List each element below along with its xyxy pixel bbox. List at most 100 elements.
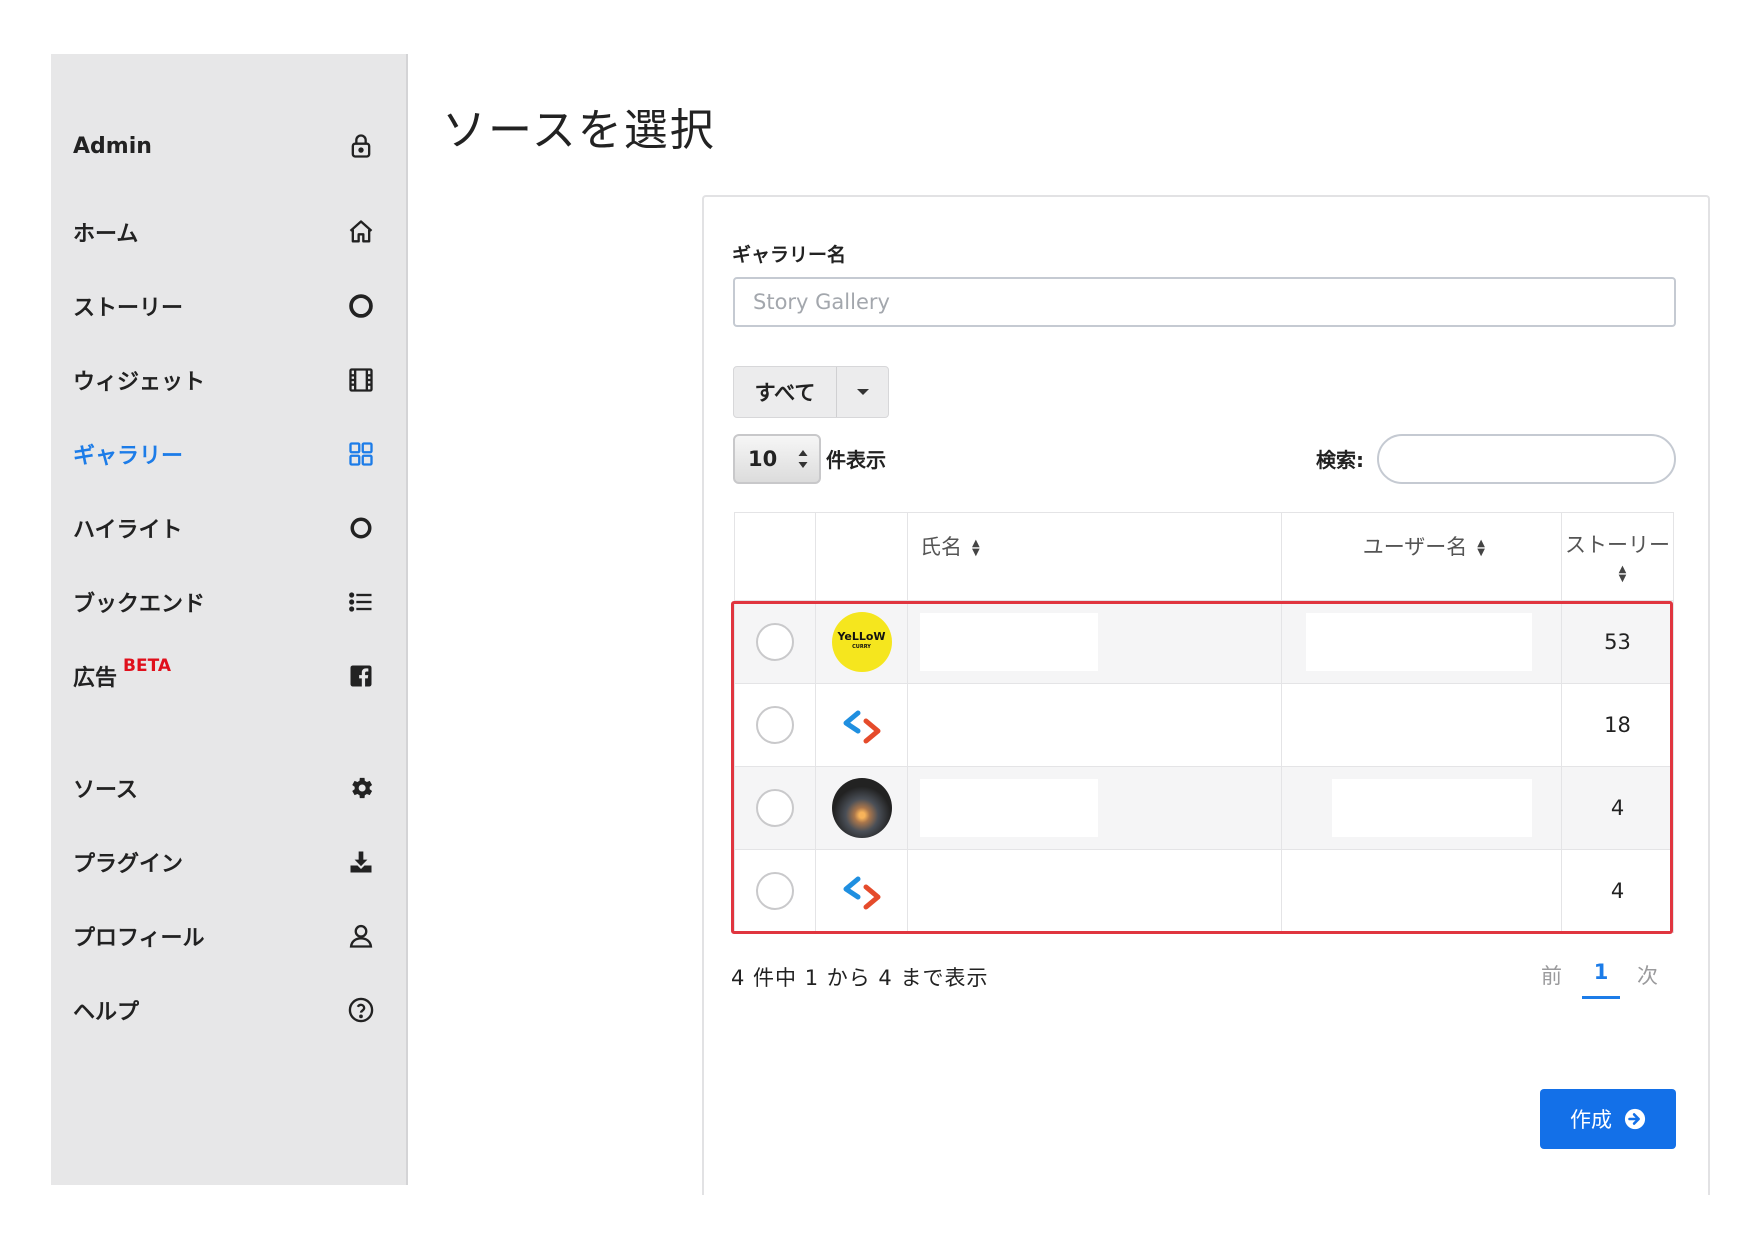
sidebar-item-label: ウィジェット xyxy=(73,370,206,395)
sidebar-item-sources[interactable]: ソース xyxy=(73,766,373,810)
sort-icon: ▲ ▼ xyxy=(1477,538,1485,558)
arrow-circle-right-icon xyxy=(1624,1108,1646,1130)
sidebar-item-profile[interactable]: プロフィール xyxy=(73,914,373,958)
table-row[interactable]: YeLLoW CURRY 53 xyxy=(734,600,1674,684)
username-cell xyxy=(1281,849,1562,933)
page-title: ソースを選択 xyxy=(442,105,716,156)
sidebar-item-label: プロフィール xyxy=(73,926,205,951)
sidebar-item-label: ストーリー xyxy=(73,296,184,321)
sidebar-item-bookends[interactable]: ブックエンド xyxy=(73,580,373,624)
pagination-prev[interactable]: 前 xyxy=(1541,960,1562,990)
sidebar-item-help[interactable]: ヘルプ xyxy=(73,988,374,1032)
header-username-label: ユーザー名 xyxy=(1362,535,1468,559)
sidebar-item-home[interactable]: ホーム xyxy=(73,210,373,254)
stories-count: 4 xyxy=(1561,849,1674,933)
sidebar-item-label: ヘルプ xyxy=(73,1000,140,1025)
sidebar-header-admin[interactable]: Admin xyxy=(73,124,373,168)
search-input[interactable] xyxy=(1377,434,1676,484)
table-header-row: 氏名 ▲ ▼ ユーザー名 ▲ ▼ ストーリー ▲ ▼ xyxy=(734,512,1674,601)
avatar-cell xyxy=(815,683,908,767)
sidebar-item-gallery[interactable]: ギャラリー xyxy=(73,432,373,476)
create-button-label: 作成 xyxy=(1570,1108,1612,1132)
name-cell xyxy=(907,766,1282,850)
row-select-cell xyxy=(734,766,816,850)
grid-icon xyxy=(346,439,376,469)
header-avatar xyxy=(815,512,908,601)
stories-count: 53 xyxy=(1561,600,1674,684)
filter-caret-button[interactable] xyxy=(836,367,888,417)
ring-icon xyxy=(346,291,376,321)
redacted-block xyxy=(920,613,1098,671)
username-cell xyxy=(1281,766,1562,850)
avatar-cell xyxy=(815,766,908,850)
username-cell xyxy=(1281,600,1562,684)
avatar-text: YeLLoW xyxy=(837,630,886,643)
redacted-block xyxy=(1332,779,1532,837)
table-row[interactable]: 18 xyxy=(734,683,1674,767)
stories-count: 18 xyxy=(1561,683,1674,767)
header-select xyxy=(734,512,816,601)
avatar-subtext: CURRY xyxy=(852,644,871,650)
code-logo-icon xyxy=(832,861,892,921)
row-select-cell xyxy=(734,683,816,767)
row-radio[interactable] xyxy=(756,789,794,827)
sidebar-item-plugins[interactable]: プラグイン xyxy=(73,840,373,884)
pagination-page-1[interactable]: 1 xyxy=(1582,957,1620,999)
updown-arrows-icon xyxy=(798,450,808,468)
code-logo-icon xyxy=(832,695,892,755)
filter-button[interactable]: すべて xyxy=(734,367,836,417)
gallery-name-label: ギャラリー名 xyxy=(732,244,847,266)
redacted-block xyxy=(920,779,1098,837)
sort-icon: ▲ ▼ xyxy=(1618,564,1627,584)
row-radio[interactable] xyxy=(756,706,794,744)
search-label: 検索: xyxy=(1316,448,1364,472)
gear-icon xyxy=(346,773,376,803)
ads-label: 広告 xyxy=(73,666,118,691)
user-icon xyxy=(346,921,376,951)
gallery-name-input[interactable] xyxy=(733,277,1676,327)
sidebar: Admin ホーム ストーリー ウィジェット ギャラリー ハイライト ブックエン… xyxy=(51,54,408,1185)
sidebar-item-label: ホーム xyxy=(73,222,139,247)
sidebar-item-ads[interactable]: 広告BETA xyxy=(73,654,373,698)
name-cell xyxy=(907,849,1282,933)
sidebar-item-label: ハイライト xyxy=(73,518,183,543)
table-info: 4 件中 1 から 4 まで表示 xyxy=(731,966,989,990)
sort-icon: ▲ ▼ xyxy=(972,538,980,558)
sidebar-item-stories[interactable]: ストーリー xyxy=(73,284,373,328)
download-icon xyxy=(346,847,376,877)
avatar-cell xyxy=(815,849,908,933)
row-select-cell xyxy=(734,849,816,933)
sidebar-header-label: Admin xyxy=(73,133,152,159)
list-icon xyxy=(346,587,376,617)
page-length-value: 10 xyxy=(748,447,778,471)
name-cell xyxy=(907,600,1282,684)
name-cell xyxy=(907,683,1282,767)
header-name[interactable]: 氏名 ▲ ▼ xyxy=(907,512,1282,601)
sidebar-item-label: ソース xyxy=(73,778,138,803)
sidebar-item-label: 広告BETA xyxy=(73,656,171,692)
page-length-select[interactable]: 10 xyxy=(733,434,821,484)
avatar-cell: YeLLoW CURRY xyxy=(815,600,908,684)
pagination-next[interactable]: 次 xyxy=(1637,960,1658,990)
sidebar-item-label: プラグイン xyxy=(73,852,184,877)
facebook-icon xyxy=(346,661,376,691)
username-cell xyxy=(1281,683,1562,767)
header-name-label: 氏名 xyxy=(920,535,962,559)
avatar xyxy=(831,778,892,838)
avatar: YeLLoW CURRY xyxy=(831,612,892,672)
filter-dropdown: すべて xyxy=(733,366,889,418)
header-stories-label: ストーリー xyxy=(1565,533,1670,557)
header-stories[interactable]: ストーリー ▲ ▼ xyxy=(1561,512,1674,601)
row-radio[interactable] xyxy=(756,623,794,661)
sidebar-item-label: ブックエンド xyxy=(73,592,206,617)
row-radio[interactable] xyxy=(756,872,794,910)
header-username[interactable]: ユーザー名 ▲ ▼ xyxy=(1281,512,1562,601)
create-button[interactable]: 作成 xyxy=(1540,1089,1676,1149)
beta-badge: BETA xyxy=(123,655,172,676)
sidebar-item-widgets[interactable]: ウィジェット xyxy=(73,358,373,402)
page-length-label: 件表示 xyxy=(826,448,886,472)
sidebar-item-highlights[interactable]: ハイライト xyxy=(73,506,373,550)
table-row[interactable]: 4 xyxy=(734,849,1674,933)
sources-table: 氏名 ▲ ▼ ユーザー名 ▲ ▼ ストーリー ▲ ▼ YeLLoW CURRY 53 18 xyxy=(734,512,1674,933)
table-row[interactable]: 4 xyxy=(734,766,1674,850)
